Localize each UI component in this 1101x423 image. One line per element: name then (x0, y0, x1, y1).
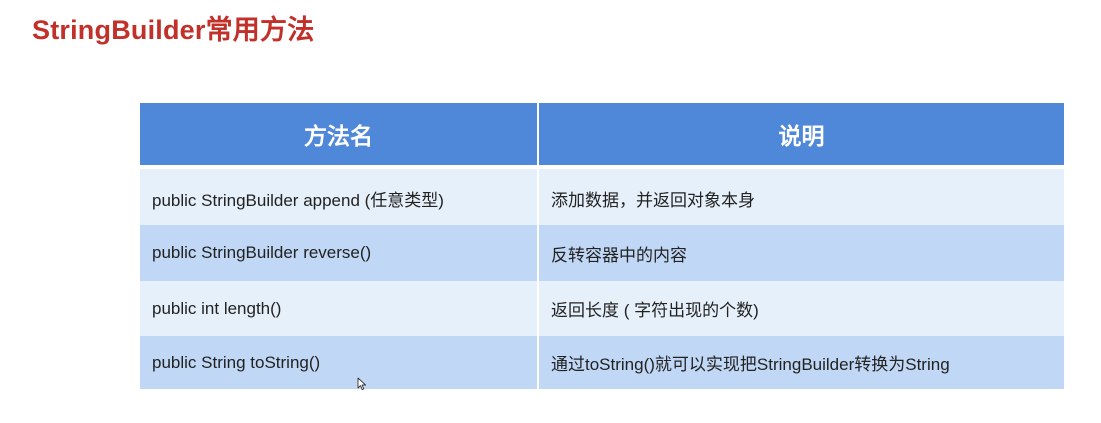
table-row: public StringBuilder append (任意类型) 添加数据，… (140, 169, 1064, 225)
header-description: 说明 (537, 103, 1064, 165)
description-cell: 反转容器中的内容 (537, 225, 1064, 281)
method-cell: public StringBuilder reverse() (140, 225, 538, 281)
methods-table: 方法名 说明 public StringBuilder append (任意类型… (140, 103, 1064, 389)
header-method-name: 方法名 (140, 103, 538, 165)
method-cell: public String toString() (140, 336, 538, 389)
table-row: public int length() 返回长度 ( 字符出现的个数) (140, 281, 1064, 336)
table-header-row: 方法名 说明 (140, 103, 1064, 165)
description-cell: 返回长度 ( 字符出现的个数) (537, 281, 1064, 336)
mouse-pointer-icon (357, 377, 367, 391)
method-cell: public int length() (140, 281, 538, 336)
table-row: public String toString() 通过toString()就可以… (140, 336, 1064, 389)
page-title: StringBuilder常用方法 (32, 15, 315, 45)
description-cell: 通过toString()就可以实现把StringBuilder转换为String (537, 336, 1064, 389)
table-row: public StringBuilder reverse() 反转容器中的内容 (140, 225, 1064, 281)
method-cell: public StringBuilder append (任意类型) (140, 169, 538, 225)
description-cell: 添加数据，并返回对象本身 (537, 169, 1064, 225)
methods-table-container: 方法名 说明 public StringBuilder append (任意类型… (140, 103, 1064, 389)
